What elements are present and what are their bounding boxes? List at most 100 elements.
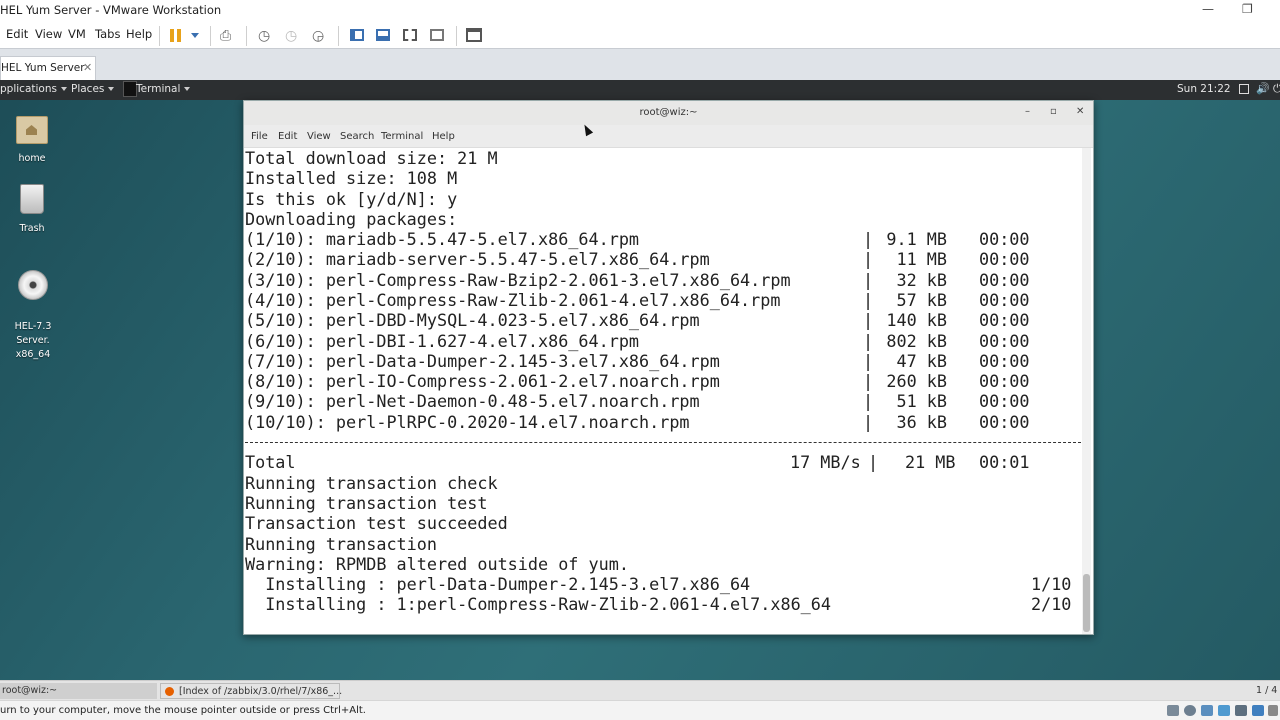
sound-icon[interactable] <box>1235 705 1247 716</box>
places-label: Places <box>71 83 105 95</box>
terminal-menu-edit[interactable]: Edit <box>278 131 297 142</box>
output-line: Total download size: 21 M <box>245 148 498 168</box>
taskbar-item-browser[interactable]: [Index of /zabbix/3.0/rhel/7/x86_... <box>160 683 343 699</box>
desktop-icon-disc[interactable]: HEL-7.3 Server. x86_64 <box>0 256 66 376</box>
package-name: (2/10): mariadb-server-5.5.47-5.el7.x86_… <box>245 249 710 270</box>
bar-separator: | <box>863 229 874 249</box>
tab-vm[interactable]: HEL Yum Server ✕ <box>0 56 96 81</box>
package-size: 32 kB <box>896 269 947 290</box>
package-row: (8/10): perl-IO-Compress-2.061-2.el7.noa… <box>245 371 1082 391</box>
total-label: Total <box>245 452 296 472</box>
toolbar-divider <box>159 26 160 46</box>
cd-icon[interactable] <box>1184 705 1196 716</box>
snapshot-icon[interactable]: ◷ <box>258 28 270 44</box>
bar-separator: | <box>863 330 874 351</box>
bar-separator: | <box>863 249 874 270</box>
screen-icon[interactable] <box>1239 84 1249 94</box>
guest-desktop[interactable]: pplications Places Terminal Sun 21:22 🔊 … <box>0 80 1280 680</box>
display-icon[interactable] <box>1252 705 1264 716</box>
close-icon[interactable]: ✕ <box>83 61 92 74</box>
total-time: 00:01 <box>979 452 1030 472</box>
terminal-menu-bar: File Edit View Search Terminal Help <box>244 125 1093 148</box>
terminal-close-button[interactable]: ✕ <box>1076 106 1084 117</box>
toolbar-divider <box>246 26 247 46</box>
package-name: (10/10): perl-PlRPC-0.2020-14.el7.noarch… <box>245 411 690 432</box>
terminal-output[interactable]: Total download size: 21 M Installed size… <box>244 148 1082 634</box>
pause-icon[interactable] <box>170 29 174 42</box>
console-view-icon[interactable] <box>376 29 390 41</box>
workspace-indicator[interactable]: 1 / 4 <box>1256 683 1277 699</box>
install-progress: 1/10 <box>1031 574 1072 594</box>
terminal-title-bar[interactable]: root@wiz:~ – ▫ ✕ <box>244 101 1093 125</box>
terminal-scrollbar[interactable] <box>1082 148 1091 634</box>
package-name: (8/10): perl-IO-Compress-2.061-2.el7.noa… <box>245 371 720 392</box>
terminal-menu-help[interactable]: Help <box>432 131 455 142</box>
menu-edit[interactable]: Edit <box>6 27 28 41</box>
chevron-down-icon <box>184 87 191 91</box>
usb-icon[interactable] <box>1218 705 1230 716</box>
package-time: 00:00 <box>979 350 1030 371</box>
total-rate: 17 MB/s <box>790 452 861 472</box>
applications-menu[interactable]: pplications <box>0 83 67 95</box>
terminal-menu-terminal[interactable]: Terminal <box>381 131 423 142</box>
view-settings-icon[interactable] <box>466 28 482 42</box>
snapshot-manager-icon[interactable]: ◶ <box>312 28 324 44</box>
menu-help[interactable]: Help <box>126 27 152 41</box>
applications-label: pplications <box>0 83 57 95</box>
terminal-minimize-button[interactable]: – <box>1025 106 1030 117</box>
desktop-icon-home[interactable]: home <box>8 116 56 166</box>
terminal-menu-search[interactable]: Search <box>340 131 374 142</box>
clock[interactable]: Sun 21:22 <box>1177 83 1231 95</box>
terminal-app-menu[interactable]: Terminal <box>136 83 191 95</box>
chevron-down-icon[interactable] <box>191 33 199 38</box>
package-name: (7/10): perl-Data-Dumper-2.145-3.el7.x86… <box>245 350 720 371</box>
send-keys-icon[interactable]: ⎙ <box>220 28 231 44</box>
desktop-icon-label: home <box>18 153 46 164</box>
minimize-button[interactable]: — <box>1202 2 1214 16</box>
volume-icon[interactable]: 🔊 <box>1256 82 1270 95</box>
toolbar-divider <box>338 26 339 46</box>
terminal-menu-file[interactable]: File <box>251 131 268 142</box>
install-progress: 2/10 <box>1031 594 1072 614</box>
package-time: 00:00 <box>979 289 1030 310</box>
restore-button[interactable]: ❐ <box>1242 2 1253 16</box>
terminal-menu-view[interactable]: View <box>307 131 331 142</box>
hdd-icon[interactable] <box>1167 705 1179 716</box>
output-line: Warning: RPMDB altered outside of yum. <box>245 554 629 574</box>
message-icon[interactable] <box>1268 705 1278 716</box>
menu-tabs[interactable]: Tabs <box>95 27 120 41</box>
bar-separator: | <box>863 289 874 310</box>
desktop-icon-trash[interactable]: Trash <box>8 184 56 236</box>
network-icon[interactable] <box>1201 705 1213 716</box>
full-screen-icon[interactable] <box>403 29 417 41</box>
revert-snapshot-icon[interactable]: ◷ <box>285 28 297 44</box>
install-text: Installing : 1:perl-Compress-Raw-Zlib-2.… <box>245 594 831 614</box>
menu-vm[interactable]: VM <box>68 27 86 41</box>
package-time: 00:00 <box>979 411 1030 432</box>
bar-separator: | <box>868 452 879 472</box>
terminal-maximize-button[interactable]: ▫ <box>1050 106 1057 117</box>
package-size: 47 kB <box>896 350 947 371</box>
install-row: Installing : 1:perl-Compress-Raw-Zlib-2.… <box>245 594 1082 614</box>
package-name: (9/10): perl-Net-Daemon-0.48-5.el7.noarc… <box>245 391 700 412</box>
places-menu[interactable]: Places <box>71 83 115 95</box>
scrollbar-thumb[interactable] <box>1083 574 1090 632</box>
package-row: (5/10): perl-DBD-MySQL-4.023-5.el7.x86_6… <box>245 310 1082 330</box>
terminal-title: root@wiz:~ <box>639 107 698 118</box>
taskbar-item-terminal[interactable]: root@wiz:~ <box>0 683 157 699</box>
output-line: Downloading packages: <box>245 209 458 229</box>
host-menu-bar: Edit View VM Tabs Help ⎙ ◷ ◷ ◶ <box>0 22 1280 48</box>
output-line: Transaction test succeeded <box>245 513 508 533</box>
power-icon[interactable]: ⏻ <box>1273 82 1280 96</box>
install-text: Installing : perl-Data-Dumper-2.145-3.el… <box>245 574 751 594</box>
taskbar-item-browser-label: [Index of /zabbix/3.0/rhel/7/x86_... <box>179 686 343 697</box>
package-size: 36 kB <box>896 411 947 432</box>
package-name: (1/10): mariadb-5.5.47-5.el7.x86_64.rpm <box>245 229 640 249</box>
menu-view[interactable]: View <box>35 27 62 41</box>
folder-home-icon <box>16 116 48 144</box>
terminal-window[interactable]: root@wiz:~ – ▫ ✕ File Edit View Search T… <box>243 100 1094 635</box>
host-status-bar: urn to your computer, move the mouse poi… <box>0 700 1280 720</box>
library-view-icon[interactable] <box>350 29 364 41</box>
install-row: Installing : perl-Data-Dumper-2.145-3.el… <box>245 574 1082 594</box>
unity-icon[interactable] <box>430 29 444 41</box>
